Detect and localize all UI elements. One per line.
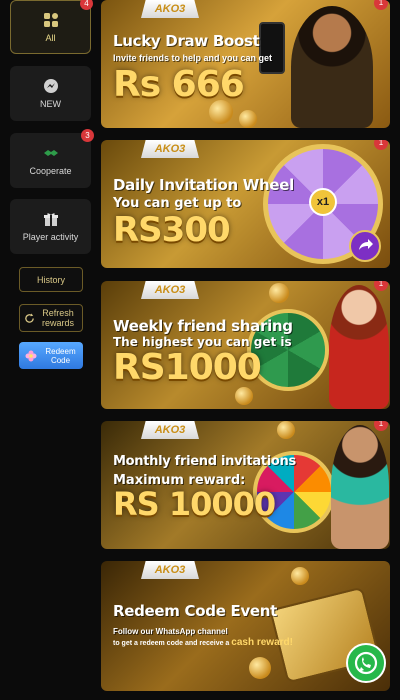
banner-title: Redeem Code Event — [113, 602, 278, 620]
banner-amount: RS 10000 — [113, 485, 276, 523]
banner-title: Daily Invitation Wheel — [113, 176, 294, 194]
sidebar-item-label: Player activity — [22, 232, 79, 242]
flower-icon — [25, 350, 37, 361]
coin-illustration — [269, 283, 289, 303]
notification-badge: 1 — [374, 281, 388, 291]
refresh-rewards-button[interactable]: Refresh rewards — [19, 304, 83, 332]
wheel-center: x1 — [309, 188, 337, 216]
share-arrow-icon — [359, 239, 373, 250]
notification-badge: 1 — [374, 0, 388, 10]
banner-title: Weekly friend sharing — [113, 317, 293, 335]
brand-logo: AKO3 — [141, 0, 199, 18]
cash-reward-highlight: cash reward! — [231, 637, 293, 648]
banner-amount: RS1000 — [113, 347, 262, 388]
banner-redeem-code[interactable]: AKO3 Redeem Code Event Follow our WhatsA… — [101, 561, 390, 691]
banner-monthly-invitations[interactable]: AKO3 Monthly friend invitations Maximum … — [101, 421, 390, 549]
gift-icon — [43, 213, 58, 226]
whatsapp-icon — [354, 651, 378, 675]
coin-illustration — [249, 657, 271, 679]
notification-badge: 1 — [374, 421, 388, 431]
banner-title: Monthly friend invitations — [113, 454, 296, 469]
brand-logo: AKO3 — [141, 281, 199, 299]
count-badge: 3 — [81, 129, 94, 142]
banner-subtitle: Follow our WhatsApp channel — [113, 627, 228, 636]
coin-illustration — [277, 421, 295, 439]
banner-amount: Rs 666 — [113, 64, 245, 105]
refresh-icon — [25, 313, 34, 323]
redeem-code-button[interactable]: Redeem Code — [19, 342, 83, 369]
count-badge: 4 — [80, 0, 93, 10]
whatsapp-button[interactable] — [346, 643, 386, 683]
banner-subtitle-2: to get a redeem code and receive a — [113, 640, 230, 647]
woman-illustration — [331, 425, 389, 549]
handshake-icon — [43, 150, 58, 156]
sidebar-item-player-activity[interactable]: Player activity — [10, 199, 91, 254]
banner-subtitle-line: to get a redeem code and receive a cash … — [113, 637, 293, 648]
grid-icon — [43, 12, 58, 27]
coin-illustration — [239, 110, 257, 128]
banner-subtitle: You can get up to — [113, 196, 242, 211]
banner-title: Lucky Draw Boost — [113, 32, 260, 50]
sidebar-item-label: NEW — [40, 99, 61, 109]
woman-illustration — [291, 6, 373, 128]
banner-weekly-sharing[interactable]: AKO3 Weekly friend sharing The highest y… — [101, 281, 390, 409]
coin-illustration — [291, 567, 309, 585]
notification-badge: 1 — [374, 140, 388, 150]
sidebar-item-label: Cooperate — [29, 166, 72, 176]
banner-amount: RS300 — [113, 210, 231, 250]
sidebar-item-all[interactable]: All 4 — [10, 0, 93, 54]
history-button[interactable]: History — [19, 267, 83, 292]
phone-illustration — [259, 22, 285, 74]
brand-logo: AKO3 — [141, 561, 199, 579]
pilot-illustration — [329, 285, 389, 409]
refresh-label: Refresh rewards — [41, 308, 74, 328]
redeem-label: Redeem Code — [45, 346, 76, 365]
banner-lucky-draw[interactable]: AKO3 Lucky Draw Boost Invite friends to … — [101, 0, 390, 128]
activity-page: All 4 NEW Cooperate 3 Player activity Hi… — [0, 0, 400, 700]
coin-illustration — [235, 387, 253, 405]
brand-logo: AKO3 — [141, 140, 199, 158]
brand-logo: AKO3 — [141, 421, 199, 439]
banner-invitation-wheel[interactable]: AKO3 x1 Daily Invitation Wheel You can g… — [101, 140, 390, 268]
share-button[interactable] — [349, 230, 381, 262]
banner-subtitle: Invite friends to help and you can get — [113, 53, 273, 63]
sidebar-item-new[interactable]: NEW — [10, 66, 91, 121]
history-label: History — [36, 274, 65, 285]
sidebar-item-label: All — [45, 32, 56, 43]
sidebar: All 4 NEW Cooperate 3 Player activity Hi… — [0, 0, 100, 700]
sidebar-item-cooperate[interactable]: Cooperate 3 — [10, 129, 94, 188]
messenger-icon — [43, 79, 58, 93]
